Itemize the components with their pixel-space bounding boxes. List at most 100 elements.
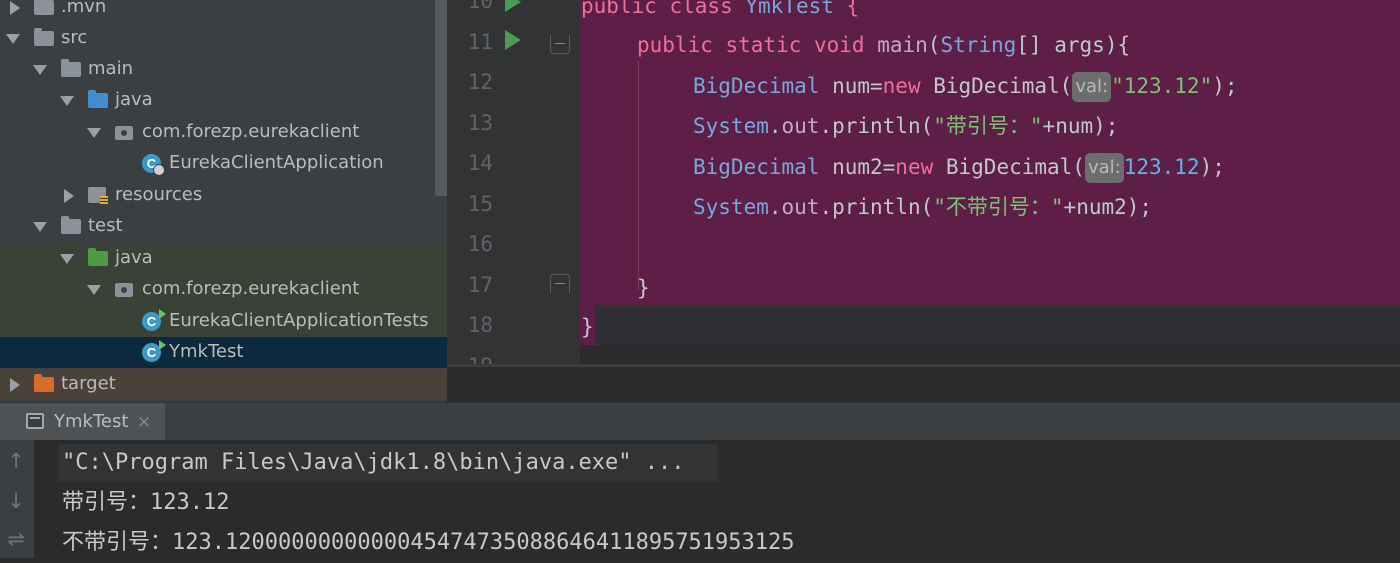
code-token: (: [927, 33, 941, 57]
expand-arrow-icon[interactable]: [10, 378, 20, 392]
console-line-output: 不带引号：123.1200000000000045474735088646411…: [62, 530, 795, 555]
collapse-arrow-icon[interactable]: [33, 65, 47, 75]
spring-boot-class-icon: C: [142, 154, 165, 176]
indent-guide: [638, 60, 639, 290]
project-tree: .mvn src main java com.forezp.eurekaclie…: [0, 0, 447, 402]
tree-item-mvn[interactable]: .mvn: [0, 0, 447, 23]
code-token: 123.12: [1123, 155, 1200, 179]
run-console[interactable]: ↑ ↓ ⇌ "C:\Program Files\Java\jdk1.8\bin\…: [0, 440, 1400, 558]
resources-folder-icon: [88, 187, 108, 205]
tree-item-label: src: [61, 27, 88, 48]
line-number: 14: [467, 151, 493, 175]
collapse-arrow-icon[interactable]: [60, 254, 74, 264]
tree-item-target[interactable]: target: [0, 369, 447, 400]
test-class-icon: C: [142, 309, 166, 331]
code-token: String: [940, 33, 1017, 57]
fold-marker-icon[interactable]: [550, 35, 570, 54]
code-line-14: BigDecimal num2=new BigDecimal(val: 123.1…: [693, 147, 1225, 187]
code-line-15: System.out.println("不带引号："+num2);: [693, 187, 1152, 227]
code-token: .println(: [819, 195, 934, 219]
run-main-icon[interactable]: [505, 30, 521, 50]
caret-line-highlight: [595, 305, 1400, 345]
tree-item-src[interactable]: src: [0, 23, 447, 54]
line-number: 11: [467, 30, 493, 54]
close-icon[interactable]: ×: [137, 412, 151, 432]
line-number: 13: [467, 111, 493, 135]
collapse-arrow-icon[interactable]: [60, 96, 74, 106]
code-token: YmkTest: [745, 0, 834, 18]
folder-icon: [34, 0, 54, 15]
tree-item-ymktest[interactable]: C YmkTest: [0, 337, 447, 368]
package-icon: [115, 126, 133, 140]
code-line-17: }: [637, 268, 650, 308]
run-tab-label: YmkTest: [54, 411, 129, 432]
console-line-output: 带引号：123.12: [62, 490, 230, 515]
code-token: }: [637, 276, 650, 300]
run-tab-ymktest[interactable]: YmkTest ×: [0, 403, 165, 441]
expand-arrow-icon[interactable]: [10, 1, 20, 15]
line-number: 18: [467, 313, 493, 337]
folder-icon: [61, 216, 81, 234]
tree-item-test-package[interactable]: com.forezp.eurekaclient: [0, 274, 447, 305]
tree-item-label: EurekaClientApplicationTests: [169, 310, 429, 331]
tree-item-eureka-client-application-tests[interactable]: C EurekaClientApplicationTests: [0, 306, 447, 337]
code-token: public class: [581, 0, 746, 18]
tree-item-label: java: [115, 89, 153, 110]
collapse-arrow-icon[interactable]: [33, 222, 47, 232]
tree-item-label: java: [115, 247, 153, 268]
code-token: .: [768, 195, 782, 219]
code-token: [] args){: [1016, 33, 1131, 57]
code-line-11: public static void main(String[] args){: [637, 25, 1130, 65]
tree-item-label: target: [61, 373, 116, 394]
line-number: 10: [467, 0, 493, 13]
collapse-arrow-icon[interactable]: [6, 34, 20, 44]
tree-item-label: EurekaClientApplication: [169, 152, 384, 173]
collapse-arrow-icon[interactable]: [87, 285, 101, 295]
line-number: 17: [467, 273, 493, 297]
run-class-icon[interactable]: [505, 0, 521, 12]
code-token: BigDecimal: [693, 155, 820, 179]
tree-item-label: test: [88, 215, 123, 236]
tree-item-label: resources: [115, 184, 203, 205]
tree-item-label: com.forezp.eurekaclient: [142, 278, 360, 299]
code-token: num=: [819, 74, 883, 98]
editor-horizontal-scrollbar[interactable]: [447, 364, 1400, 367]
arrow-down-icon[interactable]: ↓: [5, 490, 27, 512]
tree-item-test[interactable]: test: [0, 211, 447, 242]
tree-scrollbar[interactable]: [435, 0, 447, 196]
test-class-icon: C: [142, 340, 166, 362]
code-line-10: public class YmkTest {: [581, 0, 859, 26]
tree-item-main[interactable]: main: [0, 54, 447, 85]
code-token: );: [1212, 74, 1238, 98]
code-token: BigDecimal(: [933, 155, 1085, 179]
tree-item-test-java[interactable]: java: [0, 243, 447, 274]
code-token: new: [895, 155, 934, 179]
code-editor[interactable]: 10 11 12 13 14 15 16 17 18 19 public cla…: [447, 0, 1400, 367]
test-folder-icon: [88, 248, 108, 266]
code-token: "不带引号：": [933, 195, 1064, 219]
tree-item-main-java[interactable]: java: [0, 85, 447, 116]
tree-item-eureka-client-application[interactable]: C EurekaClientApplication: [0, 148, 447, 179]
collapse-arrow-icon[interactable]: [87, 128, 101, 138]
folder-icon: [34, 28, 54, 46]
source-folder-icon: [88, 90, 108, 108]
editor-gutter: 10 11 12 13 14 15 16 17 18 19: [447, 0, 580, 367]
code-token: out: [781, 114, 820, 138]
line-number: 12: [467, 70, 493, 94]
tree-item-resources[interactable]: resources: [0, 180, 447, 211]
tree-item-main-package[interactable]: com.forezp.eurekaclient: [0, 117, 447, 148]
code-token: }: [581, 315, 594, 339]
tree-item-label: main: [88, 58, 133, 79]
console-icon: [26, 413, 44, 429]
code-token: +num2);: [1063, 195, 1153, 219]
soft-wrap-icon[interactable]: ⇌: [5, 528, 27, 550]
fold-marker-icon[interactable]: [550, 274, 570, 293]
code-token: main: [877, 33, 928, 57]
expand-arrow-icon[interactable]: [64, 189, 74, 203]
tree-item-label: YmkTest: [169, 341, 244, 362]
arrow-up-icon[interactable]: ↑: [5, 450, 27, 472]
code-token: "带引号：": [933, 114, 1043, 138]
run-panel-header: YmkTest ×: [0, 402, 1400, 441]
code-token: public static void: [637, 33, 878, 57]
folder-icon: [61, 59, 81, 77]
